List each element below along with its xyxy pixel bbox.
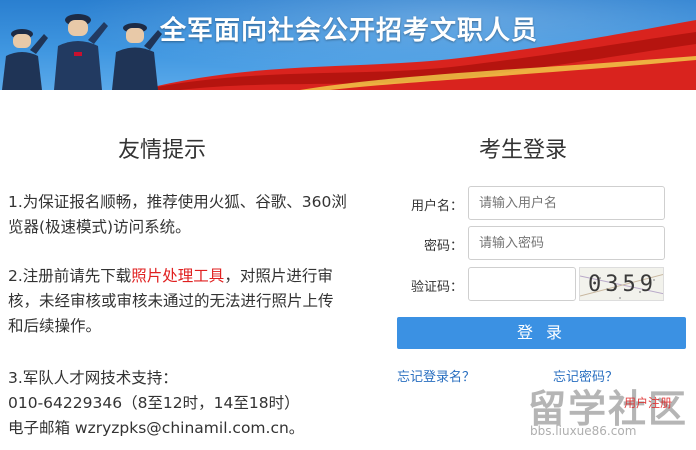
login-heading: 考生登录 bbox=[479, 138, 568, 163]
register-link[interactable]: 用户注册 bbox=[624, 394, 672, 411]
tips-heading: 友情提示 bbox=[118, 138, 207, 163]
username-label: 用户名： bbox=[410, 199, 463, 214]
username-input[interactable] bbox=[468, 186, 665, 220]
support-phone: 010-64229346（8至12时，14至18时） bbox=[8, 394, 300, 412]
officers-photo bbox=[2, 14, 162, 90]
captcha-text: 0359 bbox=[588, 272, 657, 297]
captcha-label: 验证码： bbox=[410, 280, 463, 295]
captcha-input[interactable] bbox=[468, 267, 576, 301]
captcha-image[interactable]: 0359 bbox=[579, 267, 664, 301]
photo-tool-download-link[interactable]: 照片处理工具 bbox=[131, 267, 224, 285]
tip-photo-text-before: 2.注册前请先下载 bbox=[8, 267, 132, 285]
forgot-username-link[interactable]: 忘记登录名？ bbox=[397, 366, 475, 385]
tip-support: 3.军队人才网技术支持： 010-64229346（8至12时，14至18时） … bbox=[8, 366, 348, 441]
watermark: 留学社区 用户注册 bbs.liuxue86.com bbox=[520, 378, 696, 450]
tip-browser: 1.为保证报名顺畅，推荐使用火狐、谷歌、360浏览器(极速模式)访问系统。 bbox=[8, 193, 347, 236]
password-label: 密码： bbox=[423, 239, 463, 254]
page-title: 全军面向社会公开招考文职人员 bbox=[160, 16, 539, 46]
support-email: 电子邮箱 wzryzpks@chinamil.com.cn。 bbox=[8, 419, 305, 437]
tip-photo-tool: 2.注册前请先下载照片处理工具，对照片进行审核，未经审核或审核未通过的无法进行照… bbox=[8, 264, 348, 339]
header-banner: 全军面向社会公开招考文职人员 bbox=[0, 0, 696, 90]
password-input[interactable] bbox=[468, 226, 665, 260]
support-title: 3.军队人才网技术支持： bbox=[8, 369, 178, 387]
login-button[interactable]: 登 录 bbox=[397, 317, 686, 349]
watermark-url: bbs.liuxue86.com bbox=[530, 424, 637, 438]
